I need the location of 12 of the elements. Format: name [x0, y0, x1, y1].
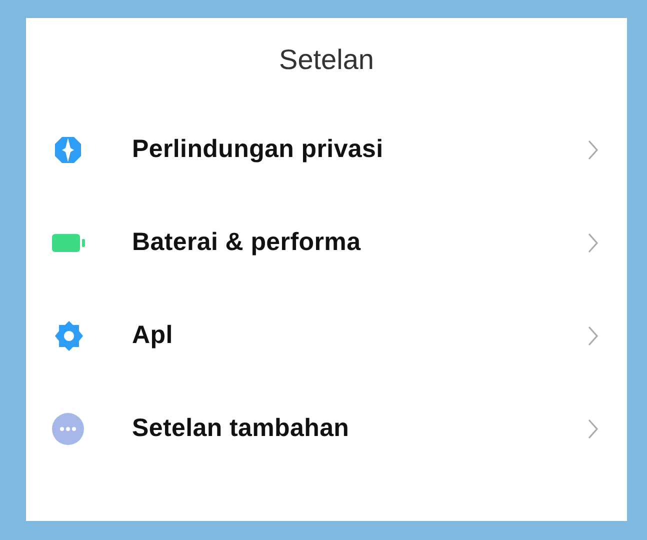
menu-item[interactable]: Apl [132, 321, 587, 350]
chevron-icon [587, 232, 599, 254]
menu-item[interactable]: Baterai & performa [132, 228, 587, 257]
chevron-icon [587, 418, 599, 440]
menu-item[interactable]: Setelan tambahan [132, 414, 587, 443]
chevron-icon [587, 138, 599, 160]
battery-icon [52, 232, 86, 254]
chevron-icon [587, 324, 599, 346]
menu-item[interactable]: Perlindungan privasi [132, 135, 587, 164]
settings-icon [52, 318, 86, 352]
page-title: Setelan [278, 43, 375, 77]
more-icon [52, 412, 84, 444]
